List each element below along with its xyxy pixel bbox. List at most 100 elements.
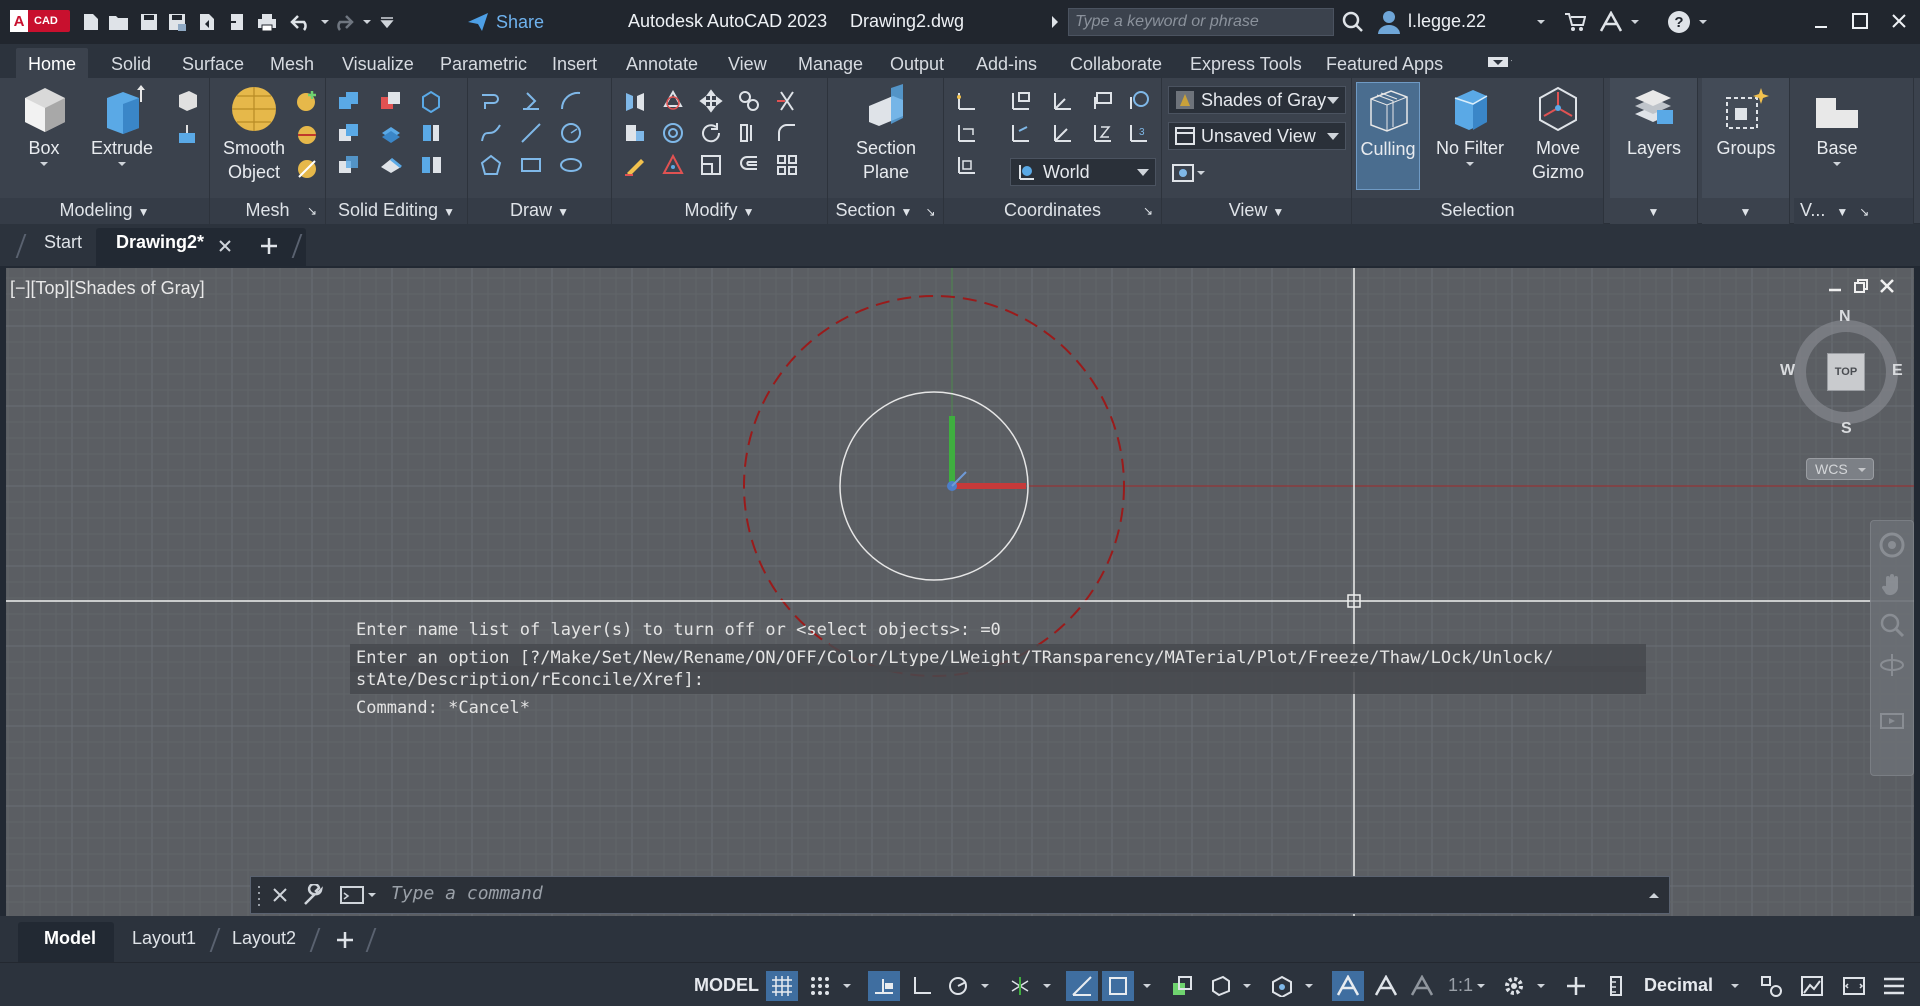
- named-view-dropdown[interactable]: Unsaved View: [1168, 122, 1346, 150]
- panel-draw-title[interactable]: Draw ▼: [468, 198, 611, 224]
- new-file-icon[interactable]: [78, 10, 104, 34]
- layout1-tab[interactable]: Layout1: [132, 928, 196, 949]
- 3d-scale-icon[interactable]: [660, 152, 686, 178]
- layers-button[interactable]: Layers: [1614, 84, 1694, 160]
- erase-icon[interactable]: [622, 152, 648, 178]
- customize-qat-icon[interactable]: [374, 10, 400, 34]
- user-name[interactable]: l.legge.22: [1408, 11, 1486, 32]
- scale-dropdown-icon[interactable]: [1470, 971, 1492, 1001]
- compass-west[interactable]: W: [1780, 362, 1795, 380]
- box-button[interactable]: Box: [12, 84, 76, 168]
- ucs-world-dropdown[interactable]: World: [1010, 158, 1156, 186]
- tab-collaborate[interactable]: Collaborate: [1058, 48, 1174, 78]
- polar-dropdown-icon[interactable]: [974, 971, 996, 1001]
- mirror-3d-icon[interactable]: [622, 88, 648, 114]
- annotation-monitor-icon[interactable]: [1560, 971, 1592, 1001]
- osnap-dropdown-icon[interactable]: [1136, 971, 1158, 1001]
- array-icon[interactable]: [774, 152, 800, 178]
- panel-solid-editing-title[interactable]: Solid Editing ▼: [326, 198, 467, 224]
- help-dropdown-icon[interactable]: [1690, 10, 1716, 34]
- ucs-icon-properties-icon[interactable]: [954, 152, 980, 178]
- smooth-object-button[interactable]: Smooth Object: [214, 84, 294, 184]
- compass-south[interactable]: S: [1841, 420, 1852, 438]
- minimize-icon[interactable]: [1806, 6, 1836, 36]
- ucs-previous-icon[interactable]: [1090, 88, 1116, 114]
- base-dropdown-icon[interactable]: [1832, 160, 1842, 168]
- viewport-config-icon[interactable]: [1170, 160, 1196, 186]
- ucs-world-icon[interactable]: [1050, 88, 1076, 114]
- scale-icon[interactable]: [698, 152, 724, 178]
- plot-icon[interactable]: [254, 10, 280, 34]
- model-space-toggle[interactable]: MODEL: [694, 975, 759, 996]
- viewport-minimize-icon[interactable]: [1822, 274, 1848, 298]
- fillet-icon[interactable]: [774, 120, 800, 146]
- show-motion-icon[interactable]: [1879, 709, 1905, 733]
- export-icon[interactable]: [224, 10, 250, 34]
- ucs-named-icon[interactable]: [1008, 88, 1034, 114]
- interfere-icon[interactable]: [336, 152, 362, 178]
- rotate-3d-icon[interactable]: [660, 88, 686, 114]
- layout2-tab[interactable]: Layout2: [232, 928, 296, 949]
- base-button[interactable]: Base: [1800, 84, 1874, 168]
- isometric-drafting-icon[interactable]: [1004, 971, 1036, 1001]
- tab-home[interactable]: Home: [16, 48, 89, 78]
- union-icon[interactable]: [336, 88, 362, 114]
- user-dropdown-icon[interactable]: [1528, 10, 1554, 34]
- fillet-edge-icon[interactable]: [418, 120, 444, 146]
- panel-mesh-title[interactable]: Mesh ↘: [210, 198, 325, 224]
- save-icon[interactable]: [136, 10, 162, 34]
- share-button[interactable]: Share: [466, 10, 546, 34]
- polygon-icon[interactable]: [478, 152, 504, 178]
- mirror-icon[interactable]: [736, 120, 762, 146]
- object-snap-icon[interactable]: [1102, 971, 1134, 1001]
- infer-constraints-icon[interactable]: [868, 971, 900, 1001]
- pan-hand-icon[interactable]: [1879, 573, 1905, 597]
- panel-layers-dropdown[interactable]: ▼: [1610, 198, 1697, 224]
- ribbon-minimize-icon[interactable]: [1486, 50, 1512, 74]
- panel-groups-dropdown[interactable]: ▼: [1702, 198, 1789, 224]
- compass-east[interactable]: E: [1892, 362, 1903, 380]
- polysolid-icon[interactable]: [174, 88, 200, 114]
- maximize-icon[interactable]: [1845, 6, 1875, 36]
- publish-icon[interactable]: [194, 10, 220, 34]
- ucs-face-icon[interactable]: [1126, 88, 1152, 114]
- polar-tracking-icon[interactable]: [942, 971, 974, 1001]
- save-as-icon[interactable]: [164, 10, 190, 34]
- panel-base-view-title[interactable]: V... ▼ ↘: [1794, 198, 1913, 224]
- close-icon[interactable]: [1884, 6, 1914, 36]
- panel-selection-title[interactable]: Selection: [1352, 198, 1603, 224]
- no-filter-button[interactable]: No Filter: [1430, 84, 1510, 168]
- snap-dropdown-icon[interactable]: [836, 971, 858, 1001]
- close-tab-icon[interactable]: [212, 234, 238, 258]
- tab-surface[interactable]: Surface: [170, 48, 256, 78]
- presspull-icon[interactable]: [174, 122, 200, 148]
- 3d-object-snap-icon[interactable]: [1204, 971, 1236, 1001]
- culling-button[interactable]: Culling: [1356, 82, 1420, 190]
- tab-manage[interactable]: Manage: [786, 48, 875, 78]
- copy-icon[interactable]: [736, 88, 762, 114]
- grid-icon[interactable]: [766, 971, 798, 1001]
- no-filter-dropdown-icon[interactable]: [1465, 160, 1475, 168]
- ucs-x-axis-icon[interactable]: 3: [1126, 120, 1152, 146]
- shell-icon[interactable]: [378, 152, 404, 178]
- annotation-scale-icon[interactable]: [1406, 971, 1438, 1001]
- ucs-icon[interactable]: [954, 88, 980, 114]
- circle-icon[interactable]: [558, 120, 584, 146]
- workspace-gear-icon[interactable]: [1498, 971, 1530, 1001]
- align-icon[interactable]: [622, 120, 648, 146]
- move-gizmo-button[interactable]: Move Gizmo: [1518, 84, 1598, 184]
- units-value[interactable]: Decimal: [1644, 975, 1713, 996]
- gizmo-dropdown-icon[interactable]: [1298, 971, 1320, 1001]
- mesh-crease-icon[interactable]: [294, 156, 320, 182]
- command-grip-icon[interactable]: [255, 883, 263, 907]
- drawing-viewport[interactable]: [−][Top][Shades of Gray] TOP N S E W WCS…: [6, 268, 1914, 916]
- ellipse-icon[interactable]: [558, 152, 584, 178]
- panel-coordinates-title[interactable]: Coordinates ↘: [944, 198, 1161, 224]
- customization-menu-icon[interactable]: [1878, 971, 1910, 1001]
- command-prompt-icon[interactable]: [339, 883, 365, 907]
- tab-add-ins[interactable]: Add-ins: [964, 48, 1049, 78]
- drawing-tab[interactable]: Drawing2*: [116, 232, 204, 253]
- tab-visualize[interactable]: Visualize: [330, 48, 426, 78]
- transparency-icon[interactable]: [1166, 971, 1198, 1001]
- polyline-icon[interactable]: [478, 88, 504, 114]
